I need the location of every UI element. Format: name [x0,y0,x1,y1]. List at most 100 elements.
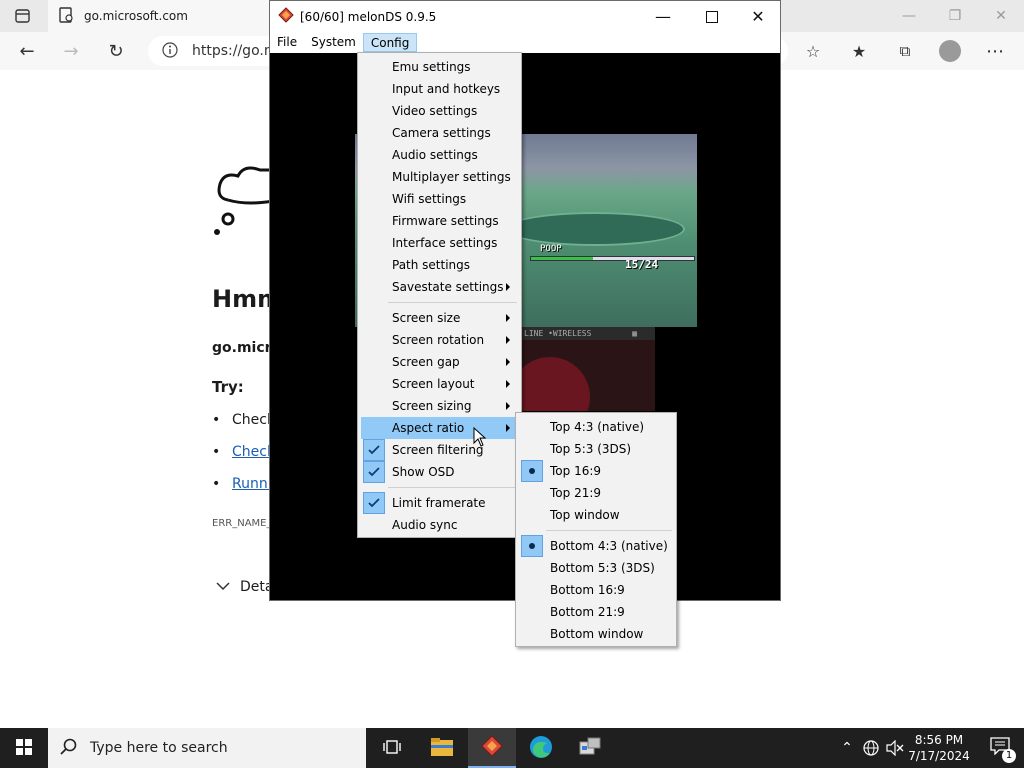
collections-icon[interactable]: ⧉ [892,38,918,64]
menu-item-multiplayer-settings[interactable]: Multiplayer settings [361,166,518,188]
submenu-arrow-icon [506,358,510,366]
menu-item-savestate-settings[interactable]: Savestate settings [361,276,518,298]
submenu-arrow-icon [506,424,510,432]
menu-item-top-4-3-native[interactable]: Top 4:3 (native) [519,416,673,438]
menu-item-top-window[interactable]: Top window [519,504,673,526]
menu-item-label: Audio sync [392,518,458,532]
search-placeholder: Type here to search [90,740,228,756]
submenu-arrow-icon [506,283,510,291]
menu-item-bottom-window[interactable]: Bottom window [519,623,673,645]
info-icon[interactable] [162,41,178,61]
menu-item-path-settings[interactable]: Path settings [361,254,518,276]
add-favorite-icon[interactable]: ☆ [800,38,826,64]
menu-item-firmware-settings[interactable]: Firmware settings [361,210,518,232]
menu-item-label: Show OSD [392,465,455,479]
menu-file[interactable]: File [270,33,304,52]
tab-actions-icon[interactable] [14,8,32,24]
notification-badge: 1 [1002,749,1016,763]
menu-item-input-and-hotkeys[interactable]: Input and hotkeys [361,78,518,100]
pokemon-name: POOP [540,244,562,254]
menu-item-bottom-21-9[interactable]: Bottom 21:9 [519,601,673,623]
checkmark-icon [363,439,385,461]
hp-value: 15/24 [625,258,659,271]
melonds-close-icon[interactable]: ✕ [735,1,781,32]
browser-minimize-icon[interactable]: — [886,0,932,32]
profile-avatar[interactable] [939,40,961,62]
back-icon[interactable]: ← [14,38,40,64]
menu-item-label: Camera settings [392,126,491,140]
show-hidden-icons[interactable]: ⌃ [838,728,856,768]
submenu-arrow-icon [506,402,510,410]
menu-item-screen-gap[interactable]: Screen gap [361,351,518,373]
forward-icon[interactable]: → [58,38,84,64]
ds-bottom-screen[interactable]: LINE •WIRELESS ▦ [520,327,655,411]
error-suggestion-link[interactable]: • Runni [212,476,272,492]
menu-item-label: Interface settings [392,236,498,250]
melonds-title-bar[interactable]: [60/60] melonDS 0.9.5 — ✕ [270,1,780,32]
error-try-label: Try: [212,378,244,396]
details-toggle[interactable]: Deta [216,579,273,595]
taskbar-edge[interactable] [517,728,565,768]
menu-item-audio-settings[interactable]: Audio settings [361,144,518,166]
task-view-button[interactable] [368,728,416,768]
menu-item-audio-sync[interactable]: Audio sync [361,514,518,536]
menu-item-label: Firmware settings [392,214,499,228]
melonds-minimize-icon[interactable]: — [640,1,686,32]
menu-item-wifi-settings[interactable]: Wifi settings [361,188,518,210]
menu-item-bottom-4-3-native[interactable]: Bottom 4:3 (native) [519,535,673,557]
clipboard-icon: ▦ [632,329,637,338]
menu-item-screen-sizing[interactable]: Screen sizing [361,395,518,417]
more-icon[interactable]: ⋯ [982,38,1008,64]
config-dropdown-menu: Emu settings Input and hotkeys Video setti… [357,52,522,538]
bottom-status-bar: LINE •WIRELESS ▦ [520,327,655,340]
browser-close-icon[interactable]: ✕ [978,0,1024,32]
menu-item-label: Top 21:9 [550,486,602,500]
menu-system[interactable]: System [304,33,363,52]
page-error-icon [58,6,74,26]
menu-item-label: Emu settings [392,60,471,74]
menu-item-aspect-ratio[interactable]: Aspect ratio [361,417,518,439]
menu-item-label: Top 4:3 (native) [550,420,645,434]
menu-item-label: Screen layout [392,377,475,391]
action-center-button[interactable]: 1 [980,728,1020,768]
taskbar-file-explorer[interactable] [418,728,466,768]
melonds-maximize-icon[interactable] [689,1,735,32]
radio-dot-icon [521,535,543,557]
menu-item-label: Audio settings [392,148,478,162]
menu-item-screen-rotation[interactable]: Screen rotation [361,329,518,351]
error-suggestion-link[interactable]: • Check [212,444,275,460]
browser-tab[interactable]: go.microsoft.com [48,0,278,32]
menu-item-show-osd[interactable]: Show OSD [361,461,518,483]
clock[interactable]: 8:56 PM 7/17/2024 [900,732,978,764]
menu-item-limit-framerate[interactable]: Limit framerate [361,492,518,514]
menu-item-interface-settings[interactable]: Interface settings [361,232,518,254]
menu-item-screen-size[interactable]: Screen size [361,307,518,329]
melonds-logo-icon [278,7,294,26]
taskbar-app[interactable] [566,728,614,768]
language-icon[interactable] [861,728,881,768]
checkmark-icon [363,492,385,514]
menu-item-top-16-9[interactable]: Top 16:9 [519,460,673,482]
taskbar-melonds[interactable] [468,728,516,768]
refresh-icon[interactable]: ↻ [103,38,129,64]
menu-separator [546,530,672,531]
error-suggestion: • Check [212,412,276,428]
browser-restore-icon[interactable]: ❐ [932,0,978,32]
menu-item-screen-layout[interactable]: Screen layout [361,373,518,395]
start-button[interactable] [0,728,48,768]
menu-item-label: Multiplayer settings [392,170,511,184]
menu-item-bottom-16-9[interactable]: Bottom 16:9 [519,579,673,601]
menu-item-emu-settings[interactable]: Emu settings [361,56,518,78]
menu-item-video-settings[interactable]: Video settings [361,100,518,122]
menu-item-top-21-9[interactable]: Top 21:9 [519,482,673,504]
menu-item-bottom-5-3-3ds[interactable]: Bottom 5:3 (3DS) [519,557,673,579]
menu-item-top-5-3-3ds[interactable]: Top 5:3 (3DS) [519,438,673,460]
program-icon [578,736,602,761]
menu-item-label: Wifi settings [392,192,467,206]
search-icon [60,738,78,759]
favorites-icon[interactable]: ★ [846,38,872,64]
taskbar-search[interactable]: Type here to search [48,728,366,768]
menu-item-screen-filtering[interactable]: Screen filtering [361,439,518,461]
menu-item-camera-settings[interactable]: Camera settings [361,122,518,144]
menu-config[interactable]: Config [362,33,418,52]
